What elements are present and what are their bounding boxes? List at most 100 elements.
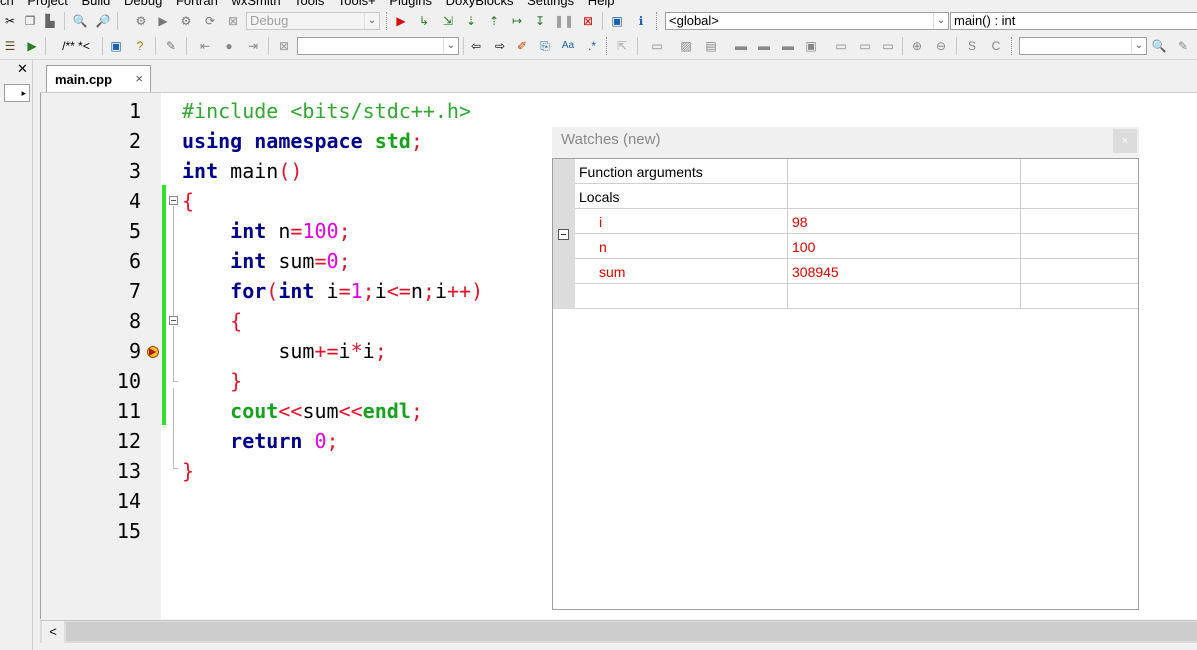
watch-row[interactable]: sum 308945 xyxy=(575,259,1138,284)
rebuild-icon[interactable]: ⟳ xyxy=(202,13,218,29)
symbol-c-icon[interactable]: C xyxy=(988,38,1004,54)
menu-project[interactable]: Project xyxy=(27,0,67,8)
menu-fortran[interactable]: Fortran xyxy=(176,0,218,8)
watch-row[interactable]: n 100 xyxy=(575,234,1138,259)
widget-slot1-icon[interactable]: ▭ xyxy=(833,38,849,54)
line-number: 4 xyxy=(128,189,141,213)
code-line-7: for(int i=1;i<=n;i++) xyxy=(230,279,484,303)
clear-search-icon[interactable]: ⊠ xyxy=(276,38,292,54)
step-into-icon[interactable]: ⇣ xyxy=(463,13,479,29)
watch-row-empty[interactable] xyxy=(575,284,1138,309)
paste-icon[interactable]: ▙ xyxy=(42,13,58,29)
help-icon[interactable]: ? xyxy=(132,38,148,54)
fold-toggle-icon[interactable] xyxy=(169,316,178,325)
cut-icon[interactable]: ✂ xyxy=(2,13,18,29)
replace-icon[interactable]: 🔎 xyxy=(95,13,111,29)
arrow-right-icon[interactable]: ⇨ xyxy=(492,38,508,54)
line-number: 8 xyxy=(128,309,141,333)
wrench-icon[interactable]: ✎ xyxy=(163,38,179,54)
second-search-combo[interactable]: ⌄ xyxy=(1019,37,1147,55)
toggle-bookmark-icon[interactable]: ● xyxy=(221,38,237,54)
zoom-out-icon[interactable]: ⊖ xyxy=(933,38,949,54)
run-to-cursor-icon[interactable]: ↳ xyxy=(416,13,432,29)
doxy-comment-button[interactable]: /** *< xyxy=(54,38,98,54)
copy-icon[interactable]: ❐ xyxy=(22,13,38,29)
build-run-icon[interactable]: ⚙ xyxy=(178,13,194,29)
build-gear-icon[interactable]: ⚙ xyxy=(133,13,149,29)
menu-help[interactable]: Help xyxy=(588,0,615,8)
watches-grid[interactable]: Function arguments Locals i 98 n 100 sum… xyxy=(552,158,1139,610)
prev-bookmark-icon[interactable]: ⇤ xyxy=(197,38,213,54)
widget-bar-icon[interactable]: ▬ xyxy=(756,38,772,54)
stack-icon[interactable]: ☰ xyxy=(2,38,18,54)
widget-image-icon[interactable]: ▨ xyxy=(678,38,694,54)
info-icon[interactable]: ℹ xyxy=(633,13,649,29)
chevron-down-icon: ⌄ xyxy=(364,13,379,29)
run-icon[interactable]: ▶ xyxy=(155,13,171,29)
next-line-icon[interactable]: ⇲ xyxy=(440,13,456,29)
menu-doxyblocks[interactable]: DoxyBlocks xyxy=(446,0,514,8)
widget-slot3-icon[interactable]: ▭ xyxy=(880,38,896,54)
pointer-icon[interactable]: ⇱ xyxy=(614,38,630,54)
abort-icon[interactable]: ⊠ xyxy=(225,13,241,29)
regex-icon[interactable]: .* xyxy=(584,38,600,54)
match-case-icon[interactable]: Aa xyxy=(560,38,576,54)
menu-edit[interactable]: ch xyxy=(0,0,14,8)
code-line-12: return 0; xyxy=(230,429,339,453)
step-out-icon[interactable]: ⇡ xyxy=(486,13,502,29)
build-target-combo[interactable]: Debug ⌄ xyxy=(246,12,380,30)
scope-combo[interactable]: <global> ⌄ xyxy=(665,12,949,30)
doxy-wizard-icon[interactable]: ▣ xyxy=(108,38,124,54)
menu-plugins[interactable]: Plugins xyxy=(389,0,432,8)
close-tab-icon[interactable]: × xyxy=(135,71,143,86)
close-icon[interactable]: × xyxy=(1113,129,1137,153)
search-combo[interactable]: ⌄ xyxy=(297,37,459,55)
watch-row[interactable]: i 98 xyxy=(575,209,1138,234)
debug-start-icon[interactable]: ▶ xyxy=(393,13,409,29)
watch-name: i xyxy=(575,209,788,233)
menu-tools[interactable]: Tools xyxy=(294,0,324,8)
menu-build[interactable]: Build xyxy=(81,0,110,8)
selected-text-icon[interactable]: ⎘ xyxy=(537,38,553,54)
find-icon[interactable]: 🔍 xyxy=(72,13,88,29)
close-icon[interactable]: ✕ xyxy=(17,61,28,77)
watch-name xyxy=(575,284,788,308)
watches-window[interactable]: Watches (new) × Function arguments Local… xyxy=(552,127,1139,610)
collapse-locals-icon[interactable] xyxy=(558,229,569,240)
watch-value: 100 xyxy=(788,234,1021,258)
menu-tools-plus[interactable]: Tools+ xyxy=(338,0,376,8)
jump-icon[interactable]: ▶ xyxy=(24,38,40,54)
widget-panel-icon[interactable]: ▬ xyxy=(780,38,796,54)
watch-row[interactable]: Function arguments xyxy=(575,159,1138,184)
stop-debug-icon[interactable]: ⊠ xyxy=(580,13,596,29)
fold-toggle-icon[interactable] xyxy=(169,196,178,205)
function-combo[interactable]: main() : int xyxy=(950,12,1197,30)
pause-icon[interactable]: ❚❚ xyxy=(554,13,574,29)
next-bookmark-icon[interactable]: ⇥ xyxy=(245,38,261,54)
widget-frame-icon[interactable]: ▬ xyxy=(733,38,749,54)
widget-text-icon[interactable]: ▤ xyxy=(703,38,719,54)
symbol-s-icon[interactable]: S xyxy=(964,38,980,54)
next-instruction-icon[interactable]: ↦ xyxy=(509,13,525,29)
panel-scroll-button[interactable]: ▸ xyxy=(4,84,30,102)
widget-button-icon[interactable]: ▭ xyxy=(649,38,665,54)
watch-row[interactable]: Locals xyxy=(575,184,1138,209)
debug-windows-icon[interactable]: ▣ xyxy=(609,13,625,29)
widget-box-icon[interactable]: ▣ xyxy=(803,38,819,54)
menu-debug[interactable]: Debug xyxy=(124,0,162,8)
watch-extra xyxy=(1021,184,1138,208)
tab-main-cpp[interactable]: main.cpp × xyxy=(46,65,151,92)
widget-slot2-icon[interactable]: ▭ xyxy=(857,38,873,54)
scrollbar-thumb[interactable] xyxy=(66,622,1197,641)
settings-wrench-icon[interactable]: ✎ xyxy=(1175,38,1191,54)
search-icon[interactable]: 🔍 xyxy=(1151,38,1167,54)
scroll-left-button[interactable]: < xyxy=(42,621,64,643)
highlight-icon[interactable]: ✐ xyxy=(514,38,530,54)
arrow-left-icon[interactable]: ⇦ xyxy=(468,38,484,54)
menu-settings[interactable]: Settings xyxy=(527,0,574,8)
line-number: 1 xyxy=(128,99,141,123)
menu-wxsmith[interactable]: wxSmith xyxy=(231,0,280,8)
zoom-in-icon[interactable]: ⊕ xyxy=(909,38,925,54)
step-instruction-icon[interactable]: ↧ xyxy=(532,13,548,29)
horizontal-scrollbar[interactable]: < xyxy=(40,620,1197,643)
